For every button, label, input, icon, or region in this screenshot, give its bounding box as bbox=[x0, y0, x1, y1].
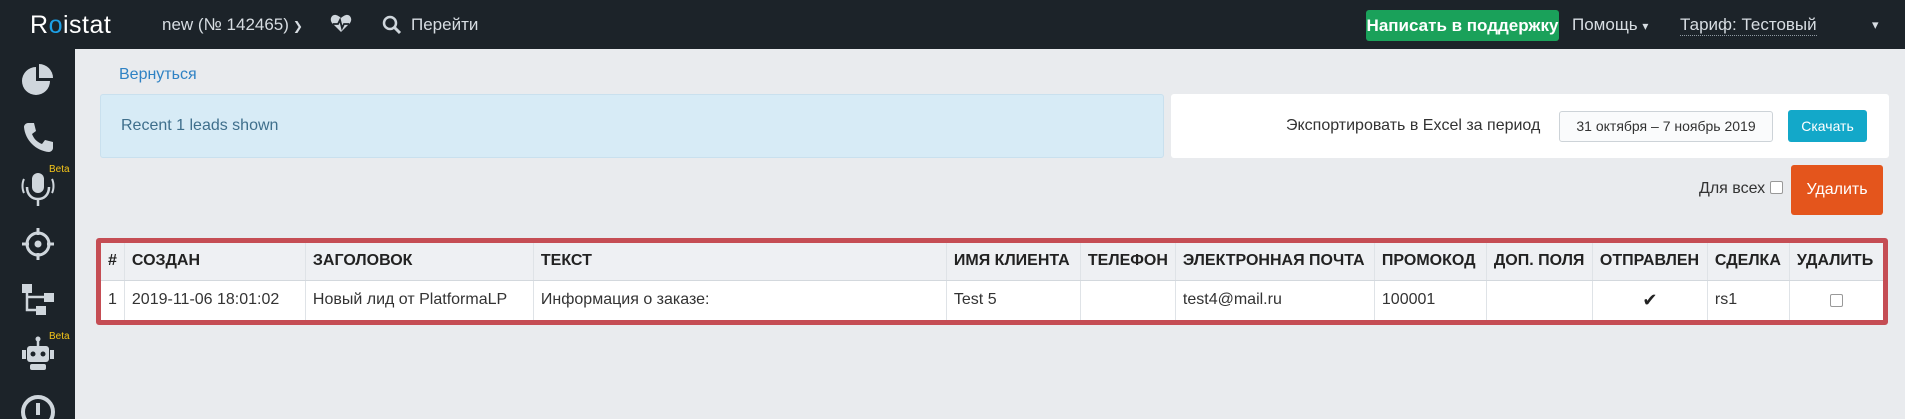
column-header: ЭЛЕКТРОННАЯ ПОЧТА bbox=[1175, 243, 1375, 281]
tariff-link[interactable]: Тариф: Тестовый bbox=[1680, 15, 1817, 36]
project-selector[interactable]: new (№ 142465) ❯ bbox=[162, 15, 303, 35]
sidebar: Beta Beta bbox=[0, 49, 75, 419]
row-number: 1 bbox=[101, 280, 125, 320]
for-all-label: Для всех bbox=[1699, 180, 1766, 197]
column-header: ТЕЛЕФОН bbox=[1080, 243, 1176, 281]
chevron-down-icon: ❯ bbox=[292, 19, 303, 33]
title-cell: Новый лид от PlatformaLP bbox=[305, 280, 534, 320]
goto-link[interactable]: Перейти bbox=[411, 15, 478, 35]
column-header: ОТПРАВЛЕН bbox=[1592, 243, 1708, 281]
promo-cell: 100001 bbox=[1374, 280, 1487, 320]
for-all-checkbox[interactable] bbox=[1770, 181, 1783, 194]
date-range-picker[interactable]: 31 октября – 7 ноябрь 2019 bbox=[1559, 111, 1773, 142]
phone-cell bbox=[1080, 280, 1176, 320]
support-button[interactable]: Написать в поддержку bbox=[1366, 10, 1559, 41]
column-header: ИМЯ КЛИЕНТА bbox=[946, 243, 1081, 281]
created-cell: 2019-11-06 18:01:02 bbox=[124, 280, 306, 320]
column-header: ТЕКСТ bbox=[533, 243, 947, 281]
table-header-row: # СОЗДАН ЗАГОЛОВОК ТЕКСТ ИМЯ КЛИЕНТА ТЕЛ… bbox=[101, 243, 1883, 281]
text-cell: Информация о заказе: bbox=[533, 280, 947, 320]
top-bar: Roistat new (№ 142465) ❯ Перейти Написать… bbox=[0, 0, 1905, 49]
info-alert: Recent 1 leads shown bbox=[100, 94, 1164, 158]
heart-pulse-icon[interactable] bbox=[330, 14, 352, 34]
row-delete-checkbox[interactable] bbox=[1829, 293, 1843, 307]
column-header: СДЕЛКА bbox=[1707, 243, 1790, 281]
delete-cell bbox=[1789, 280, 1883, 320]
extra-fields-cell bbox=[1486, 280, 1593, 320]
export-panel: Экспортировать в Excel за период 31 октя… bbox=[1171, 94, 1889, 158]
alert-icon[interactable] bbox=[18, 392, 58, 419]
logo[interactable]: Roistat bbox=[30, 11, 111, 40]
back-link[interactable]: Вернуться bbox=[119, 66, 197, 84]
delete-button[interactable]: Удалить bbox=[1791, 165, 1883, 215]
beta-badge: Beta bbox=[49, 331, 70, 342]
microphone-icon[interactable] bbox=[18, 169, 58, 209]
column-header: ЗАГОЛОВОК bbox=[305, 243, 534, 281]
deal-cell: rs1 bbox=[1707, 280, 1790, 320]
leads-table: # СОЗДАН ЗАГОЛОВОК ТЕКСТ ИМЯ КЛИЕНТА ТЕЛ… bbox=[101, 243, 1883, 320]
column-header: ДОП. ПОЛЯ bbox=[1486, 243, 1593, 281]
column-header: ПРОМОКОД bbox=[1374, 243, 1487, 281]
download-button[interactable]: Скачать bbox=[1788, 110, 1867, 142]
pie-chart-icon[interactable] bbox=[18, 61, 58, 101]
table-row: 1 2019-11-06 18:01:02 Новый лид от Platf… bbox=[101, 280, 1883, 320]
leads-table-frame: # СОЗДАН ЗАГОЛОВОК ТЕКСТ ИМЯ КЛИЕНТА ТЕЛ… bbox=[96, 238, 1888, 325]
target-icon[interactable] bbox=[18, 224, 58, 264]
checkmark-icon: ✔ bbox=[1642, 289, 1658, 310]
export-label: Экспортировать в Excel за период bbox=[1286, 117, 1541, 134]
chevron-down-icon[interactable]: ▾ bbox=[1872, 17, 1879, 33]
column-header: СОЗДАН bbox=[124, 243, 306, 281]
hierarchy-icon[interactable] bbox=[18, 279, 58, 319]
info-text: Recent 1 leads shown bbox=[121, 117, 279, 134]
sent-cell: ✔ bbox=[1592, 280, 1708, 320]
chevron-down-icon: ▾ bbox=[1642, 19, 1649, 33]
beta-badge: Beta bbox=[49, 164, 70, 175]
phone-icon[interactable] bbox=[18, 117, 58, 157]
column-header: # bbox=[101, 243, 125, 281]
column-header: УДАЛИТЬ bbox=[1789, 243, 1883, 281]
help-menu[interactable]: Помощь ▾ bbox=[1572, 15, 1648, 35]
client-cell: Test 5 bbox=[946, 280, 1081, 320]
search-icon[interactable] bbox=[382, 15, 402, 35]
email-cell: test4@mail.ru bbox=[1175, 280, 1375, 320]
